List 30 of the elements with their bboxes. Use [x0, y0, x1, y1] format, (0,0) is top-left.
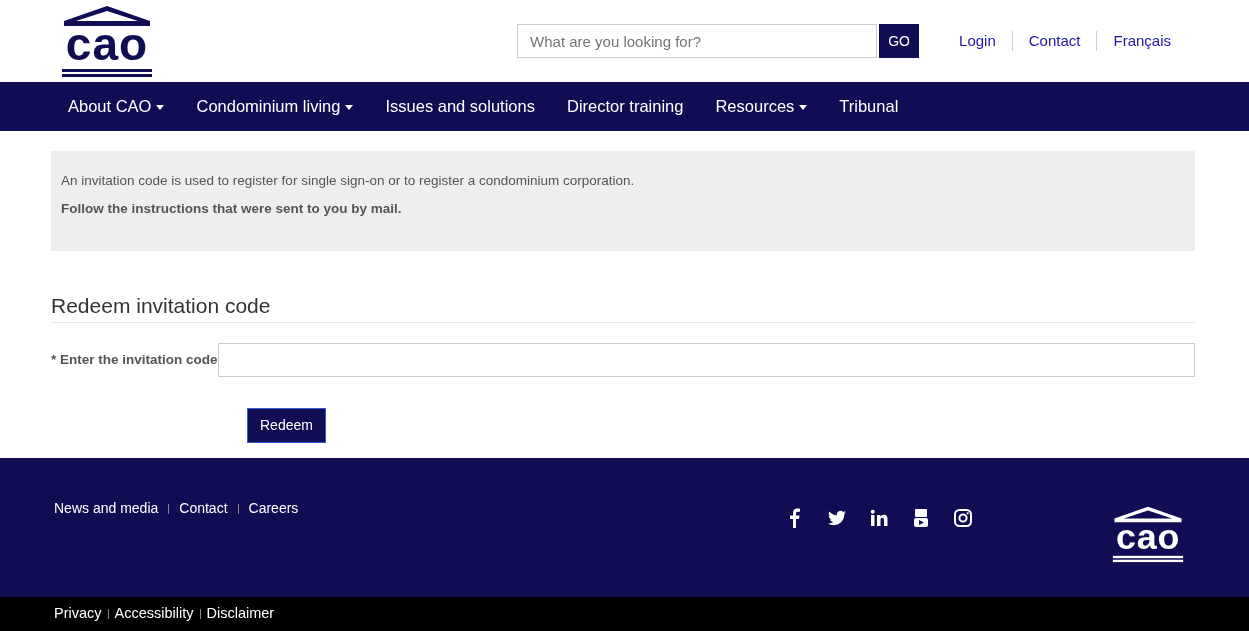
youtube-icon[interactable] — [911, 508, 931, 529]
header-link[interactable]: Français — [1097, 29, 1187, 53]
header-link[interactable]: Login — [943, 29, 1012, 53]
linkedin-icon[interactable] — [869, 508, 889, 529]
building-icon[interactable] — [1112, 506, 1184, 524]
go-button[interactable]: GO — [879, 24, 920, 58]
nav-link[interactable]: Director training — [550, 94, 700, 119]
logo-text[interactable]: cao — [65, 21, 149, 67]
nav-link[interactable]: Tribunal — [823, 94, 915, 119]
legal-link[interactable]: Privacy — [54, 603, 102, 626]
building-icon[interactable] — [62, 5, 152, 27]
field-label: * Enter the invitation code — [51, 351, 218, 370]
logo-text[interactable]: cao — [1115, 518, 1181, 555]
nav-link[interactable]: Condominium living — [180, 94, 370, 119]
footer-link[interactable]: News and media — [54, 498, 159, 520]
legal-link[interactable]: Accessibility — [114, 603, 194, 626]
invitation-code-field[interactable] — [217, 343, 1195, 378]
instruction-text: Follow the instructions that were sent to you by mail. — [61, 200, 403, 219]
nav-link[interactable]: About CAO — [52, 94, 181, 119]
nav-link[interactable]: Resources — [699, 94, 824, 119]
notice-text: An invitation code is used to register for single sign-on or to register a condominium corporation. — [61, 172, 636, 190]
nav-link[interactable]: Issues and solutions — [369, 94, 551, 119]
instagram-icon[interactable] — [953, 508, 973, 529]
footer-link[interactable]: Careers — [248, 498, 299, 520]
search-field[interactable]: What are you looking for? — [517, 24, 878, 58]
redeem-button[interactable]: Redeem — [247, 408, 326, 444]
legal-link[interactable]: Disclaimer — [206, 603, 275, 626]
form-title: Redeem invitation code — [51, 293, 1195, 324]
header-link[interactable]: Contact — [1012, 29, 1097, 53]
footer-link[interactable]: Contact — [179, 498, 228, 520]
